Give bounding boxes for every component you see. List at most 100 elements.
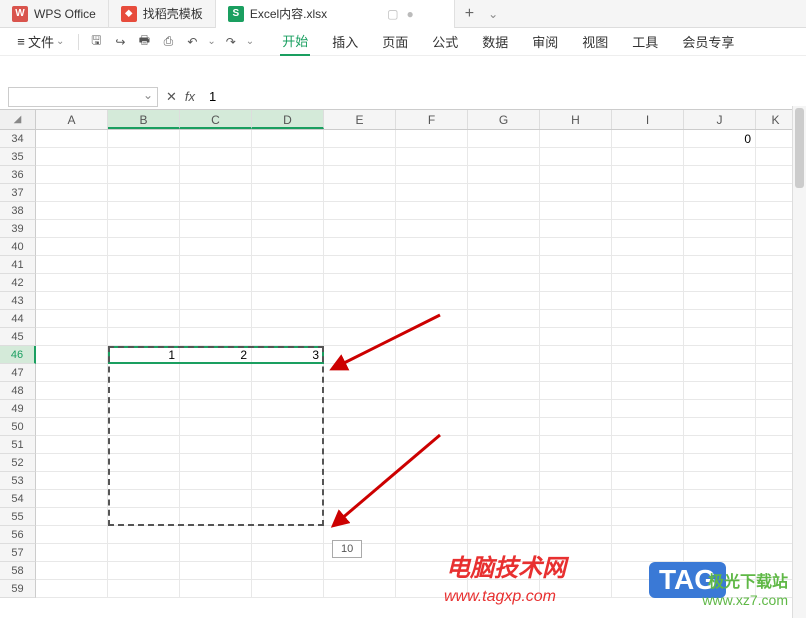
cell[interactable]	[540, 238, 612, 256]
cell[interactable]	[108, 220, 180, 238]
cell[interactable]	[612, 238, 684, 256]
cell[interactable]	[756, 544, 796, 562]
ribbon-tab-formula[interactable]: 公式	[430, 28, 460, 55]
cell[interactable]	[756, 418, 796, 436]
cell[interactable]	[324, 400, 396, 418]
row-header[interactable]: 55	[0, 508, 36, 526]
cell[interactable]: 0	[684, 130, 756, 148]
cell[interactable]	[612, 292, 684, 310]
cell[interactable]	[684, 526, 756, 544]
ribbon-tab-review[interactable]: 审阅	[530, 28, 560, 55]
col-header-d[interactable]: D	[252, 110, 324, 129]
cell[interactable]	[612, 544, 684, 562]
cell[interactable]	[468, 202, 540, 220]
cell[interactable]	[612, 130, 684, 148]
cell[interactable]	[468, 400, 540, 418]
cell[interactable]	[396, 238, 468, 256]
row-header[interactable]: 41	[0, 256, 36, 274]
cell[interactable]	[324, 148, 396, 166]
cell[interactable]	[468, 508, 540, 526]
cell[interactable]	[468, 148, 540, 166]
col-header-a[interactable]: A	[36, 110, 108, 129]
cell[interactable]	[108, 202, 180, 220]
ribbon-tab-data[interactable]: 数据	[480, 28, 510, 55]
ribbon-tab-start[interactable]: 开始	[280, 27, 310, 56]
cell[interactable]	[108, 274, 180, 292]
row-header[interactable]: 35	[0, 148, 36, 166]
row-header[interactable]: 50	[0, 418, 36, 436]
cell[interactable]	[108, 418, 180, 436]
cell[interactable]	[612, 148, 684, 166]
row-header[interactable]: 45	[0, 328, 36, 346]
cell[interactable]	[252, 562, 324, 580]
cell[interactable]	[108, 382, 180, 400]
cell[interactable]	[36, 400, 108, 418]
cell[interactable]	[540, 526, 612, 544]
row-header[interactable]: 48	[0, 382, 36, 400]
cell[interactable]	[252, 130, 324, 148]
cell[interactable]	[468, 274, 540, 292]
cell[interactable]	[540, 490, 612, 508]
cell[interactable]	[180, 130, 252, 148]
tab-dot-icon[interactable]: ●	[407, 7, 414, 21]
ribbon-tab-member[interactable]: 会员专享	[680, 28, 736, 55]
cell[interactable]	[252, 274, 324, 292]
cell[interactable]	[612, 454, 684, 472]
cell[interactable]	[108, 130, 180, 148]
cell[interactable]	[180, 292, 252, 310]
cell[interactable]	[468, 220, 540, 238]
cell[interactable]	[252, 454, 324, 472]
cell[interactable]	[36, 328, 108, 346]
file-menu[interactable]: ≡ 文件 ⌄	[8, 30, 70, 53]
col-header-f[interactable]: F	[396, 110, 468, 129]
cell[interactable]	[612, 256, 684, 274]
tab-daoke[interactable]: ⬥ 找稻壳模板	[109, 0, 216, 28]
cell[interactable]	[180, 508, 252, 526]
row-header[interactable]: 34	[0, 130, 36, 148]
cell[interactable]	[36, 256, 108, 274]
cell[interactable]	[108, 148, 180, 166]
cell[interactable]	[684, 220, 756, 238]
cell[interactable]	[684, 256, 756, 274]
cell[interactable]	[252, 220, 324, 238]
cell[interactable]	[396, 256, 468, 274]
row-header[interactable]: 54	[0, 490, 36, 508]
cell[interactable]	[180, 436, 252, 454]
tab-dropdown-icon[interactable]: ⌄	[488, 7, 498, 21]
cell[interactable]	[252, 238, 324, 256]
row-header[interactable]: 46	[0, 346, 36, 364]
cell[interactable]	[252, 508, 324, 526]
cell[interactable]	[468, 472, 540, 490]
cell[interactable]	[36, 292, 108, 310]
cell[interactable]	[180, 382, 252, 400]
cell[interactable]	[612, 346, 684, 364]
cell[interactable]	[540, 454, 612, 472]
cell[interactable]	[36, 490, 108, 508]
cell[interactable]	[540, 346, 612, 364]
row-header[interactable]: 49	[0, 400, 36, 418]
cell[interactable]	[36, 508, 108, 526]
cell[interactable]	[108, 544, 180, 562]
cell[interactable]	[684, 328, 756, 346]
cell[interactable]	[540, 508, 612, 526]
cell[interactable]	[36, 184, 108, 202]
name-box[interactable]	[8, 87, 158, 107]
cell[interactable]	[252, 328, 324, 346]
cell[interactable]	[36, 472, 108, 490]
cell[interactable]	[108, 562, 180, 580]
row-header[interactable]: 52	[0, 454, 36, 472]
tab-excel-file[interactable]: S Excel内容.xlsx ▢ ●	[216, 0, 455, 28]
cell[interactable]	[180, 454, 252, 472]
cell[interactable]	[612, 364, 684, 382]
cell[interactable]	[252, 544, 324, 562]
cell[interactable]	[756, 238, 796, 256]
cell[interactable]	[252, 166, 324, 184]
cell[interactable]	[324, 184, 396, 202]
cell[interactable]	[540, 328, 612, 346]
cell[interactable]	[36, 544, 108, 562]
cell[interactable]	[36, 364, 108, 382]
cell[interactable]	[180, 220, 252, 238]
cell[interactable]	[756, 328, 796, 346]
cell[interactable]	[756, 274, 796, 292]
cell[interactable]	[756, 400, 796, 418]
